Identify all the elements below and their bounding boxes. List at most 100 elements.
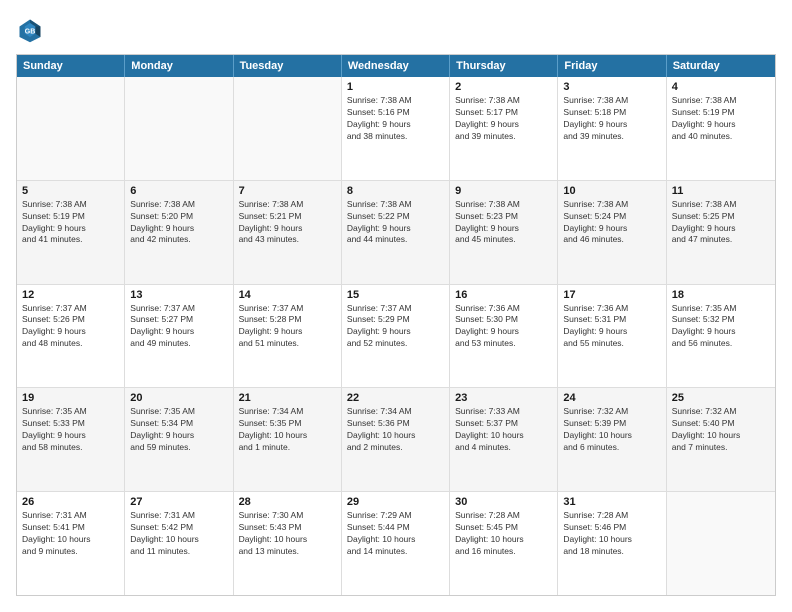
day-number: 27: [130, 496, 227, 508]
day-number: 13: [130, 289, 227, 301]
day-number: 21: [239, 392, 336, 404]
day-info: Sunrise: 7:37 AM Sunset: 5:28 PM Dayligh…: [239, 303, 336, 351]
day-number: 31: [563, 496, 660, 508]
calendar-cell: 2 Sunrise: 7:38 AM Sunset: 5:17 PM Daylig…: [450, 77, 558, 180]
day-info: Sunrise: 7:38 AM Sunset: 5:24 PM Dayligh…: [563, 199, 660, 247]
day-number: 20: [130, 392, 227, 404]
calendar-cell: 19 Sunrise: 7:35 AM Sunset: 5:33 PM Dayli…: [17, 388, 125, 491]
calendar-row: 26 Sunrise: 7:31 AM Sunset: 5:41 PM Dayli…: [17, 491, 775, 595]
calendar-cell: [125, 77, 233, 180]
day-info: Sunrise: 7:34 AM Sunset: 5:35 PM Dayligh…: [239, 406, 336, 454]
day-info: Sunrise: 7:29 AM Sunset: 5:44 PM Dayligh…: [347, 510, 444, 558]
calendar: SundayMondayTuesdayWednesdayThursdayFrid…: [16, 54, 776, 596]
day-number: 22: [347, 392, 444, 404]
calendar-row: 19 Sunrise: 7:35 AM Sunset: 5:33 PM Dayli…: [17, 387, 775, 491]
day-number: 28: [239, 496, 336, 508]
day-info: Sunrise: 7:38 AM Sunset: 5:19 PM Dayligh…: [672, 95, 770, 143]
day-number: 12: [22, 289, 119, 301]
day-number: 19: [22, 392, 119, 404]
day-info: Sunrise: 7:35 AM Sunset: 5:33 PM Dayligh…: [22, 406, 119, 454]
calendar-cell: 14 Sunrise: 7:37 AM Sunset: 5:28 PM Dayli…: [234, 285, 342, 388]
header-cell-friday: Friday: [558, 55, 666, 77]
day-number: 25: [672, 392, 770, 404]
day-info: Sunrise: 7:28 AM Sunset: 5:46 PM Dayligh…: [563, 510, 660, 558]
calendar-cell: 24 Sunrise: 7:32 AM Sunset: 5:39 PM Dayli…: [558, 388, 666, 491]
calendar-page: GB SundayMondayTuesdayWednesdayThursdayF…: [0, 0, 792, 612]
calendar-row: 5Sunrise: 7:38 AM Sunset: 5:19 PM Daylig…: [17, 180, 775, 284]
calendar-row: 1 Sunrise: 7:38 AM Sunset: 5:16 PM Daylig…: [17, 77, 775, 180]
calendar-cell: 6 Sunrise: 7:38 AM Sunset: 5:20 PM Daylig…: [125, 181, 233, 284]
calendar-cell: [234, 77, 342, 180]
page-header: GB: [16, 16, 776, 44]
day-info: Sunrise: 7:33 AM Sunset: 5:37 PM Dayligh…: [455, 406, 552, 454]
day-info: Sunrise: 7:31 AM Sunset: 5:42 PM Dayligh…: [130, 510, 227, 558]
day-info: Sunrise: 7:34 AM Sunset: 5:36 PM Dayligh…: [347, 406, 444, 454]
calendar-cell: 15 Sunrise: 7:37 AM Sunset: 5:29 PM Dayli…: [342, 285, 450, 388]
day-number: 16: [455, 289, 552, 301]
calendar-cell: 3 Sunrise: 7:38 AM Sunset: 5:18 PM Daylig…: [558, 77, 666, 180]
calendar-cell: 1 Sunrise: 7:38 AM Sunset: 5:16 PM Daylig…: [342, 77, 450, 180]
calendar-cell: 10 Sunrise: 7:38 AM Sunset: 5:24 PM Dayli…: [558, 181, 666, 284]
calendar-cell: 26 Sunrise: 7:31 AM Sunset: 5:41 PM Dayli…: [17, 492, 125, 595]
day-info: Sunrise: 7:38 AM Sunset: 5:19 PM Dayligh…: [22, 199, 119, 247]
day-number: 3: [563, 81, 660, 93]
header-cell-sunday: Sunday: [17, 55, 125, 77]
day-info: Sunrise: 7:28 AM Sunset: 5:45 PM Dayligh…: [455, 510, 552, 558]
day-info: Sunrise: 7:37 AM Sunset: 5:27 PM Dayligh…: [130, 303, 227, 351]
header-cell-tuesday: Tuesday: [234, 55, 342, 77]
day-info: Sunrise: 7:32 AM Sunset: 5:40 PM Dayligh…: [672, 406, 770, 454]
calendar-cell: [667, 492, 775, 595]
calendar-cell: 29 Sunrise: 7:29 AM Sunset: 5:44 PM Dayli…: [342, 492, 450, 595]
day-number: 1: [347, 81, 444, 93]
day-info: Sunrise: 7:38 AM Sunset: 5:25 PM Dayligh…: [672, 199, 770, 247]
day-info: Sunrise: 7:37 AM Sunset: 5:26 PM Dayligh…: [22, 303, 119, 351]
day-number: 24: [563, 392, 660, 404]
calendar-cell: 11 Sunrise: 7:38 AM Sunset: 5:25 PM Dayli…: [667, 181, 775, 284]
calendar-cell: 31 Sunrise: 7:28 AM Sunset: 5:46 PM Dayli…: [558, 492, 666, 595]
day-info: Sunrise: 7:38 AM Sunset: 5:16 PM Dayligh…: [347, 95, 444, 143]
day-number: 30: [455, 496, 552, 508]
day-number: 2: [455, 81, 552, 93]
calendar-cell: 16 Sunrise: 7:36 AM Sunset: 5:30 PM Dayli…: [450, 285, 558, 388]
header-cell-monday: Monday: [125, 55, 233, 77]
calendar-cell: 22 Sunrise: 7:34 AM Sunset: 5:36 PM Dayli…: [342, 388, 450, 491]
day-info: Sunrise: 7:36 AM Sunset: 5:30 PM Dayligh…: [455, 303, 552, 351]
day-info: Sunrise: 7:38 AM Sunset: 5:21 PM Dayligh…: [239, 199, 336, 247]
day-info: Sunrise: 7:38 AM Sunset: 5:20 PM Dayligh…: [130, 199, 227, 247]
day-info: Sunrise: 7:38 AM Sunset: 5:22 PM Dayligh…: [347, 199, 444, 247]
day-info: Sunrise: 7:32 AM Sunset: 5:39 PM Dayligh…: [563, 406, 660, 454]
calendar-cell: 30 Sunrise: 7:28 AM Sunset: 5:45 PM Dayli…: [450, 492, 558, 595]
calendar-cell: 4 Sunrise: 7:38 AM Sunset: 5:19 PM Daylig…: [667, 77, 775, 180]
day-info: Sunrise: 7:37 AM Sunset: 5:29 PM Dayligh…: [347, 303, 444, 351]
svg-text:GB: GB: [25, 29, 36, 36]
day-number: 15: [347, 289, 444, 301]
day-number: 14: [239, 289, 336, 301]
day-number: 26: [22, 496, 119, 508]
day-info: Sunrise: 7:38 AM Sunset: 5:17 PM Dayligh…: [455, 95, 552, 143]
day-info: Sunrise: 7:38 AM Sunset: 5:23 PM Dayligh…: [455, 199, 552, 247]
day-info: Sunrise: 7:38 AM Sunset: 5:18 PM Dayligh…: [563, 95, 660, 143]
calendar-cell: 20 Sunrise: 7:35 AM Sunset: 5:34 PM Dayli…: [125, 388, 233, 491]
day-info: Sunrise: 7:35 AM Sunset: 5:34 PM Dayligh…: [130, 406, 227, 454]
calendar-cell: 18Sunrise: 7:35 AM Sunset: 5:32 PM Dayli…: [667, 285, 775, 388]
day-number: 29: [347, 496, 444, 508]
calendar-cell: 27 Sunrise: 7:31 AM Sunset: 5:42 PM Dayli…: [125, 492, 233, 595]
calendar-cell: 8Sunrise: 7:38 AM Sunset: 5:22 PM Daylig…: [342, 181, 450, 284]
calendar-body: 1 Sunrise: 7:38 AM Sunset: 5:16 PM Daylig…: [17, 77, 775, 595]
calendar-cell: 5Sunrise: 7:38 AM Sunset: 5:19 PM Daylig…: [17, 181, 125, 284]
calendar-cell: 17 Sunrise: 7:36 AM Sunset: 5:31 PM Dayli…: [558, 285, 666, 388]
day-number: 11: [672, 185, 770, 197]
day-number: 6: [130, 185, 227, 197]
day-number: 10: [563, 185, 660, 197]
calendar-cell: 28Sunrise: 7:30 AM Sunset: 5:43 PM Dayli…: [234, 492, 342, 595]
calendar-cell: 21 Sunrise: 7:34 AM Sunset: 5:35 PM Dayli…: [234, 388, 342, 491]
day-number: 17: [563, 289, 660, 301]
day-info: Sunrise: 7:31 AM Sunset: 5:41 PM Dayligh…: [22, 510, 119, 558]
day-number: 9: [455, 185, 552, 197]
calendar-header: SundayMondayTuesdayWednesdayThursdayFrid…: [17, 55, 775, 77]
day-number: 18: [672, 289, 770, 301]
day-number: 4: [672, 81, 770, 93]
day-info: Sunrise: 7:36 AM Sunset: 5:31 PM Dayligh…: [563, 303, 660, 351]
day-number: 23: [455, 392, 552, 404]
calendar-cell: 13 Sunrise: 7:37 AM Sunset: 5:27 PM Dayli…: [125, 285, 233, 388]
